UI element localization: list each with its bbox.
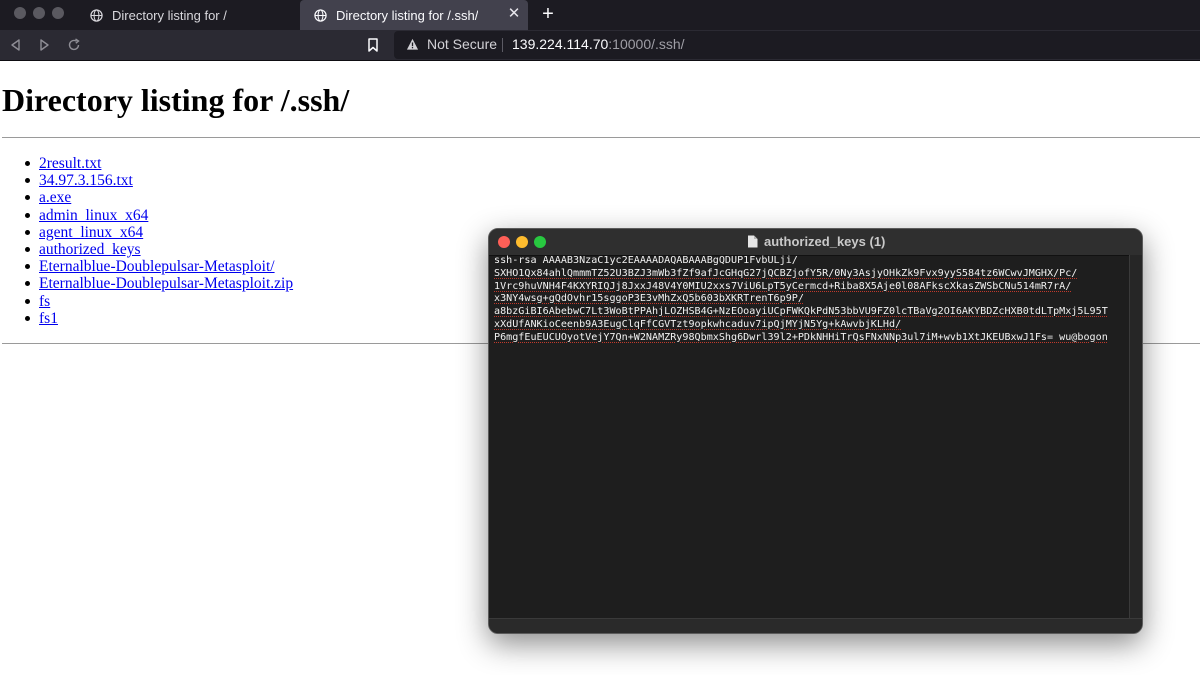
key-text-line: a8bzGiBI6AbebwC7Lt3WoBtPPAhjLOZHSB4G+NzE… [494,306,1108,318]
reload-icon[interactable] [66,37,82,53]
window-close-button[interactable] [14,7,26,19]
authorized-keys-content[interactable]: ssh-rsa AAAAB3NzaC1yc2EAAAADAQABAAABgQDU… [494,255,1130,619]
url-path: :10000/.ssh/ [608,36,685,52]
viewer-minimize-button[interactable] [516,236,528,248]
window-zoom-button[interactable] [52,7,64,19]
page-title: Directory listing for /.ssh/ [2,82,350,118]
key-text-line: SXHO1Qx84ahlQmmmTZ52U3BZJ3mWb3fZf9afJcGH… [494,267,1078,279]
globe-icon [314,8,327,22]
list-item: fs [22,293,293,310]
bullet-icon [25,298,30,304]
bullet-icon [25,212,30,218]
file-link[interactable]: 2result.txt [39,155,101,172]
list-item: Eternalblue-Doublepulsar-Metasploit.zip [22,275,293,292]
list-item: Eternalblue-Doublepulsar-Metasploit/ [22,258,293,275]
viewer-status-bar [489,618,1142,633]
text-viewer-titlebar[interactable]: authorized_keys (1) [489,229,1142,256]
url-host: 139.224.114.70 [512,36,609,52]
key-text-line: x3NY4wsg+gQdOvhr15sggoP3E3vMhZxQ5b603bXK… [494,293,804,305]
tab-directory-root[interactable]: Directory listing for / [76,0,300,30]
list-item: fs1 [22,310,293,327]
viewer-scrollbar[interactable] [1129,255,1142,619]
url-text[interactable]: 139.224.114.70:10000/.ssh/ [512,36,685,52]
tab-title: Directory listing for /.ssh/ [336,7,479,23]
file-link[interactable]: admin_linux_x64 [39,207,148,224]
warning-icon[interactable] [406,38,419,51]
key-text-line: 1Vrc9huVNH4F4KXYRIQJj8JxxJ48V4Y0MIU2xxs7… [494,280,1072,292]
window-minimize-button[interactable] [33,7,45,19]
file-link[interactable]: 34.97.3.156.txt [39,172,133,189]
file-link[interactable]: Eternalblue-Doublepulsar-Metasploit/ [39,258,275,275]
viewer-title: authorized_keys (1) [747,234,885,249]
list-item: 2result.txt [22,155,293,172]
bullet-icon [25,161,30,166]
new-tab-button[interactable]: + [538,3,558,25]
file-link[interactable]: fs [39,293,50,310]
tab-close-icon[interactable]: ✕ [506,6,522,22]
forward-icon[interactable] [36,37,52,53]
back-icon[interactable] [8,37,24,53]
file-link[interactable]: Eternalblue-Doublepulsar-Metasploit.zip [39,275,293,292]
bullet-icon [25,178,30,184]
list-item: admin_linux_x64 [22,207,293,224]
globe-icon [90,8,103,22]
bullet-icon [25,246,30,252]
divider [2,137,1200,138]
file-link[interactable]: a.exe [39,189,71,206]
viewer-close-button[interactable] [498,236,510,248]
browser-tab-bar: Directory listing for / Directory listin… [0,0,1200,30]
key-text-line: xXdUfANKioCeenb9A3EugClqFfCGVTzt9opkwhca… [494,318,902,330]
text-viewer-window: authorized_keys (1) ssh-rsa AAAAB3NzaC1y… [488,228,1143,634]
tab-title: Directory listing for / [112,7,227,23]
file-link[interactable]: agent_linux_x64 [39,224,143,241]
bookmark-icon[interactable] [366,37,380,53]
document-icon [748,235,758,248]
bullet-icon [25,281,30,287]
bullet-icon [25,264,30,270]
list-item: a.exe [22,189,293,206]
list-item: authorized_keys [22,241,293,258]
list-item: agent_linux_x64 [22,224,293,241]
bullet-icon [25,229,30,235]
file-list: 2result.txt 34.97.3.156.txt a.exe admin_lin… [22,155,293,327]
tab-directory-ssh[interactable]: Directory listing for /.ssh/ ✕ [300,0,528,30]
list-item: 34.97.3.156.txt [22,172,293,189]
file-link[interactable]: authorized_keys [39,241,141,258]
bullet-icon [25,315,30,321]
viewer-title-text: authorized_keys (1) [764,234,886,249]
key-text-line: ssh-rsa AAAAB3NzaC1yc2EAAAADAQABAAABgQDU… [494,255,798,266]
viewer-zoom-button[interactable] [534,236,546,248]
not-secure-label[interactable]: Not Secure [427,36,497,52]
bullet-icon [25,195,30,201]
key-text-line: P6mgfEuEUCUOyotVejY7Qn+W2NAMZRy98QbmxShg… [494,331,1108,343]
file-link[interactable]: fs1 [39,310,58,327]
url-separator [502,38,503,52]
